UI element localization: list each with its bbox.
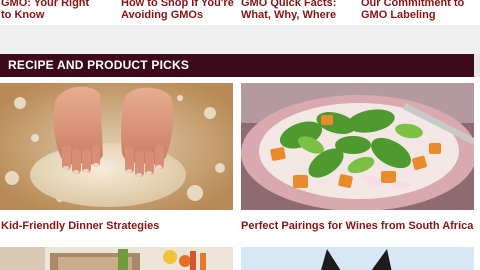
top-article-links: GMO: Your Right to Know How to Shop If Y… bbox=[0, 0, 480, 23]
page: GMO: Your Right to Know How to Shop If Y… bbox=[0, 0, 480, 270]
section-title: RECIPE AND PRODUCT PICKS bbox=[8, 58, 190, 72]
link-line: What, Why, Where bbox=[241, 9, 337, 21]
link-line: GMO Labeling bbox=[361, 9, 436, 21]
article-link-gmo-right-to-know[interactable]: GMO: Your Right to Know bbox=[1, 0, 89, 21]
produce-basket-photo[interactable] bbox=[0, 247, 233, 270]
link-line: GMO: Your Right bbox=[1, 0, 90, 9]
article-link-gmo-labeling[interactable]: Our Commitment to GMO Labeling bbox=[361, 0, 464, 21]
link-line: How to Shop If You're bbox=[121, 0, 234, 9]
link-line: Avoiding GMOs bbox=[121, 9, 204, 21]
produce-basket-image bbox=[0, 247, 233, 270]
salad-plate-photo[interactable] bbox=[241, 83, 474, 210]
dough-kneading-image bbox=[0, 83, 233, 210]
header-background bbox=[0, 25, 480, 55]
tile-caption-wine-pairings[interactable]: Perfect Pairings for Wines from South Af… bbox=[241, 220, 473, 232]
link-line: to Know bbox=[1, 9, 45, 21]
article-link-gmo-quick-facts[interactable]: GMO Quick Facts: What, Why, Where bbox=[241, 0, 336, 21]
dog-photo[interactable] bbox=[241, 247, 474, 270]
section-banner: RECIPE AND PRODUCT PICKS bbox=[0, 54, 474, 77]
link-line: GMO Quick Facts: bbox=[241, 0, 337, 9]
banner-edge bbox=[474, 54, 480, 77]
link-line: Our Commitment to bbox=[361, 0, 465, 9]
article-link-shop-avoiding-gmos[interactable]: How to Shop If You're Avoiding GMOs bbox=[121, 0, 234, 21]
tile-caption-kid-friendly-dinner[interactable]: Kid-Friendly Dinner Strategies bbox=[1, 220, 159, 232]
salad-plate-image bbox=[241, 83, 474, 210]
dough-kneading-photo[interactable] bbox=[0, 83, 233, 210]
dog-image bbox=[241, 247, 474, 270]
